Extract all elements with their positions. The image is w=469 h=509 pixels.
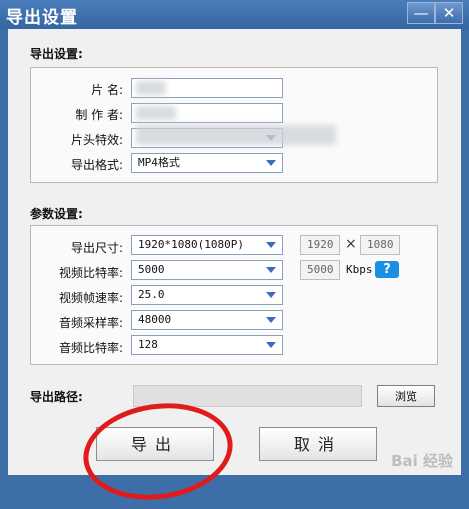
name-label: 片 名: <box>91 83 123 97</box>
times-sign: × <box>345 236 357 252</box>
frame-rate-value: 25.0 <box>138 288 165 301</box>
export-size-label: 导出尺寸: <box>70 241 123 255</box>
title-bar: 导出设置 — ✕ <box>0 0 469 29</box>
redaction-blur <box>136 81 166 95</box>
audio-bitrate-select[interactable]: 128 <box>131 335 283 355</box>
help-icon[interactable]: ? <box>375 261 399 278</box>
frame-rate-label: 视频帧速率: <box>58 291 123 305</box>
chevron-down-icon <box>266 342 276 348</box>
export-section-title: 导出设置: <box>30 47 83 61</box>
export-format-select[interactable]: MP4格式 <box>131 153 283 173</box>
close-button[interactable]: ✕ <box>435 2 463 24</box>
export-size-select[interactable]: 1920*1080(1080P) <box>131 235 283 255</box>
audio-bitrate-value: 128 <box>138 338 158 351</box>
audio-bitrate-label: 音频比特率: <box>58 341 123 355</box>
dialog-content: 导出设置: 片 名: 制 作 者: 片头特效: 导出格式: MP4格式 参数设置… <box>8 29 461 509</box>
export-size-value: 1920*1080(1080P) <box>138 238 244 251</box>
chevron-down-icon <box>266 317 276 323</box>
intro-effect-label: 片头特效: <box>70 133 123 147</box>
chevron-down-icon <box>266 160 276 166</box>
minimize-button[interactable]: — <box>407 2 435 24</box>
red-annotation-circle <box>77 394 239 509</box>
author-label: 制 作 者: <box>75 108 123 122</box>
export-path-label: 导出路径: <box>30 390 83 404</box>
video-bitrate-label: 视频比特率: <box>58 266 123 280</box>
redaction-blur <box>136 125 336 145</box>
browse-button[interactable]: 浏览 <box>377 385 435 407</box>
chevron-down-icon <box>266 267 276 273</box>
video-bitrate-input[interactable]: 5000 <box>300 260 340 280</box>
cancel-button[interactable]: 取消 <box>259 427 377 461</box>
width-input[interactable]: 1920 <box>300 235 340 255</box>
sample-rate-label: 音频采样率: <box>58 316 123 330</box>
height-input[interactable]: 1080 <box>360 235 400 255</box>
export-settings-dialog: 导出设置 — ✕ 导出设置: 片 名: 制 作 者: 片头特效: 导出格式: M… <box>0 0 469 509</box>
chevron-down-icon <box>266 292 276 298</box>
window-title: 导出设置 <box>6 8 78 28</box>
redaction-blur <box>136 106 176 120</box>
export-format-value: MP4格式 <box>138 156 180 169</box>
watermark: Bai 经验 <box>391 452 453 470</box>
sample-rate-select[interactable]: 48000 <box>131 310 283 330</box>
chevron-down-icon <box>266 242 276 248</box>
frame-rate-select[interactable]: 25.0 <box>131 285 283 305</box>
sample-rate-value: 48000 <box>138 313 172 326</box>
window-frame-right <box>461 29 469 475</box>
window-frame-left <box>0 29 8 475</box>
params-section-title: 参数设置: <box>30 207 83 221</box>
export-format-label: 导出格式: <box>70 158 123 172</box>
kbps-unit: Kbps <box>346 263 373 276</box>
video-bitrate-value: 5000 <box>138 263 165 276</box>
video-bitrate-select[interactable]: 5000 <box>131 260 283 280</box>
